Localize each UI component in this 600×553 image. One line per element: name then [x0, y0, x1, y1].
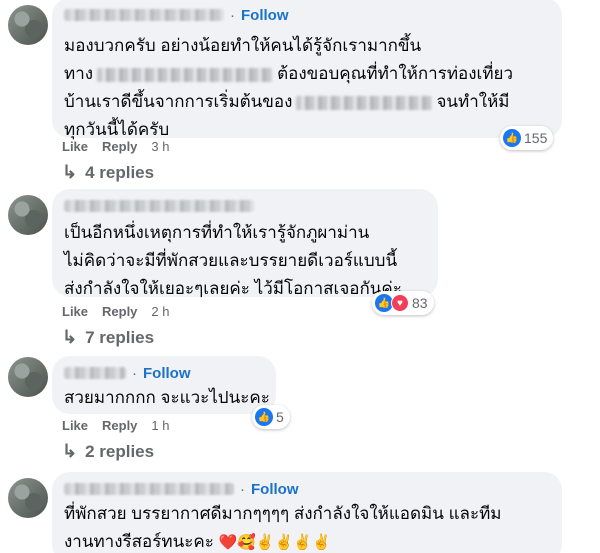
like-icon: 👍 [255, 408, 273, 426]
timestamp[interactable]: 2 h [151, 304, 169, 319]
avatar[interactable] [8, 5, 48, 45]
reaction-summary[interactable]: 👍 ♥ 83 [372, 291, 434, 315]
love-icon: ♥ [391, 294, 409, 312]
comment-bubble: · Follow มองบวกครับ อย่างน้อยทำให้คนได้ร… [52, 0, 562, 139]
text-segment: จนทำให้มี [436, 92, 510, 111]
reaction-summary[interactable]: 👍 155 [500, 126, 554, 150]
view-replies-link[interactable]: ↳ 4 replies [62, 162, 154, 183]
comment-line: งานทางรีสอร์ทนะคะ ❤️🥰✌️✌️✌️✌️ [64, 528, 550, 553]
comment-text: เป็นอีกหนึ่งเหตุการที่ทำให้เรารู้จักภูผา… [64, 219, 426, 303]
author-row: · Follow [64, 480, 550, 498]
comment-line: บ้านเราดีขึ้นจากการเริ่มต้นของ จนทำให้มี [64, 88, 550, 116]
replies-count: 4 replies [85, 162, 155, 182]
avatar[interactable] [8, 357, 48, 397]
separator-dot: · [132, 364, 137, 382]
timestamp[interactable]: 3 h [151, 139, 169, 154]
replies-count: 7 replies [85, 327, 155, 347]
comment-line: ทาง ต้องขอบคุณที่ทำให้การท่องเที่ยว [64, 60, 550, 88]
reply-arrow-icon: ↳ [62, 162, 78, 182]
comment-text: มองบวกครับ อย่างน้อยทำให้คนได้รู้จักเราม… [64, 32, 550, 144]
reaction-count: 83 [412, 295, 428, 311]
author-row: · Follow [64, 6, 550, 24]
reaction-count: 5 [276, 409, 284, 425]
comment-line: ไม่คิดว่าจะมีที่พักสวยและบรรยายดีเวอร์แบ… [64, 251, 398, 270]
view-replies-link[interactable]: ↳ 7 replies [62, 327, 154, 348]
comment-line: สวยมากกกก จะแวะไปนะคะ [64, 388, 270, 407]
comment-text: ที่พักสวย บรรยากาศดีมากๆๆๆๆ ส่งกำลังใจให… [64, 500, 550, 553]
text-segment: ทาง [64, 64, 94, 83]
like-icon: 👍 [503, 129, 521, 147]
comment-line: เป็นอีกหนึ่งเหตุการที่ทำให้เรารู้จักภูผา… [64, 223, 370, 242]
like-button[interactable]: Like [62, 139, 88, 154]
redacted-text [97, 67, 274, 82]
reply-button[interactable]: Reply [102, 418, 137, 433]
text-segment: บ้านเราดีขึ้นจากการเริ่มต้นของ [64, 92, 293, 111]
comment-bubble: เป็นอีกหนึ่งเหตุการที่ทำให้เรารู้จักภูผา… [52, 189, 438, 298]
redacted-text [296, 95, 433, 110]
timestamp[interactable]: 1 h [151, 418, 169, 433]
replies-count: 2 replies [85, 441, 155, 461]
comment-bubble: · Follow ที่พักสวย บรรยากาศดีมากๆๆๆๆ ส่ง… [52, 472, 562, 553]
like-button[interactable]: Like [62, 418, 88, 433]
reply-arrow-icon: ↳ [62, 441, 78, 461]
author-name[interactable] [64, 367, 126, 379]
follow-button[interactable]: Follow [143, 365, 191, 382]
follow-button[interactable]: Follow [251, 481, 299, 498]
author-name[interactable] [64, 483, 234, 495]
comment-text: สวยมากกกก จะแวะไปนะคะ [64, 384, 270, 412]
separator-dot: · [230, 6, 235, 24]
avatar[interactable] [8, 195, 48, 235]
comment-bubble: · Follow สวยมากกกก จะแวะไปนะคะ [52, 356, 276, 414]
author-row [64, 197, 426, 215]
reply-button[interactable]: Reply [102, 304, 137, 319]
reply-arrow-icon: ↳ [62, 327, 78, 347]
author-row: · Follow [64, 364, 264, 382]
reaction-summary[interactable]: 👍 5 [252, 405, 290, 429]
follow-button[interactable]: Follow [241, 7, 289, 24]
emoji-reactions-text: ❤️🥰✌️✌️✌️✌️ [218, 533, 331, 551]
comment-actions: Like Reply 1 h [62, 418, 170, 433]
comment-line: มองบวกครับ อย่างน้อยทำให้คนได้รู้จักเราม… [64, 36, 422, 55]
author-name[interactable] [64, 9, 224, 21]
text-segment: ต้องขอบคุณที่ทำให้การท่องเที่ยว [277, 64, 514, 83]
comment-line: ที่พักสวย บรรยากาศดีมากๆๆๆๆ ส่งกำลังใจให… [64, 504, 502, 523]
separator-dot: · [240, 480, 245, 498]
like-button[interactable]: Like [62, 304, 88, 319]
avatar[interactable] [8, 478, 48, 518]
reply-button[interactable]: Reply [102, 139, 137, 154]
comment-actions: Like Reply 3 h [62, 139, 170, 154]
text-segment: งานทางรีสอร์ทนะคะ [64, 532, 214, 551]
reaction-count: 155 [524, 130, 548, 146]
view-replies-link[interactable]: ↳ 2 replies [62, 441, 154, 462]
comment-actions: Like Reply 2 h [62, 304, 170, 319]
author-name[interactable] [64, 200, 254, 212]
